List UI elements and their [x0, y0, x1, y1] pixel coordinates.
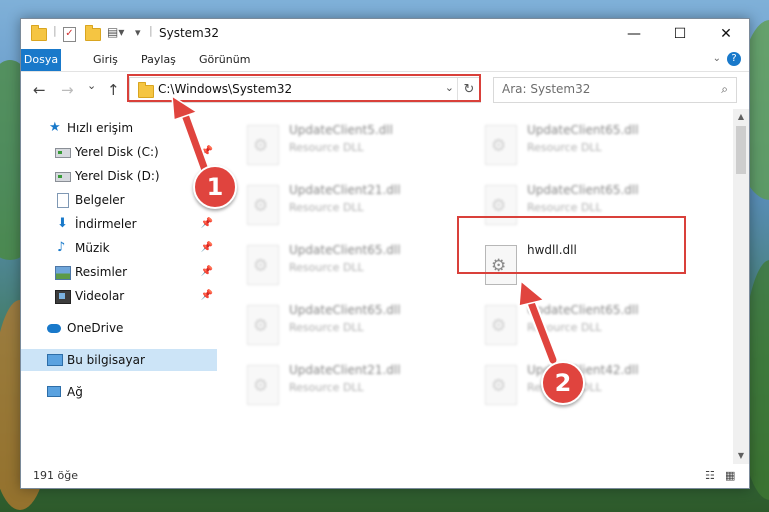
step-2-badge: 2 [541, 361, 585, 405]
arrow-to-address-bar [171, 94, 211, 176]
arrow-to-hwdll-file [518, 279, 559, 366]
annotation-arrows [171, 94, 559, 366]
step-1-badge: 1 [193, 165, 237, 209]
